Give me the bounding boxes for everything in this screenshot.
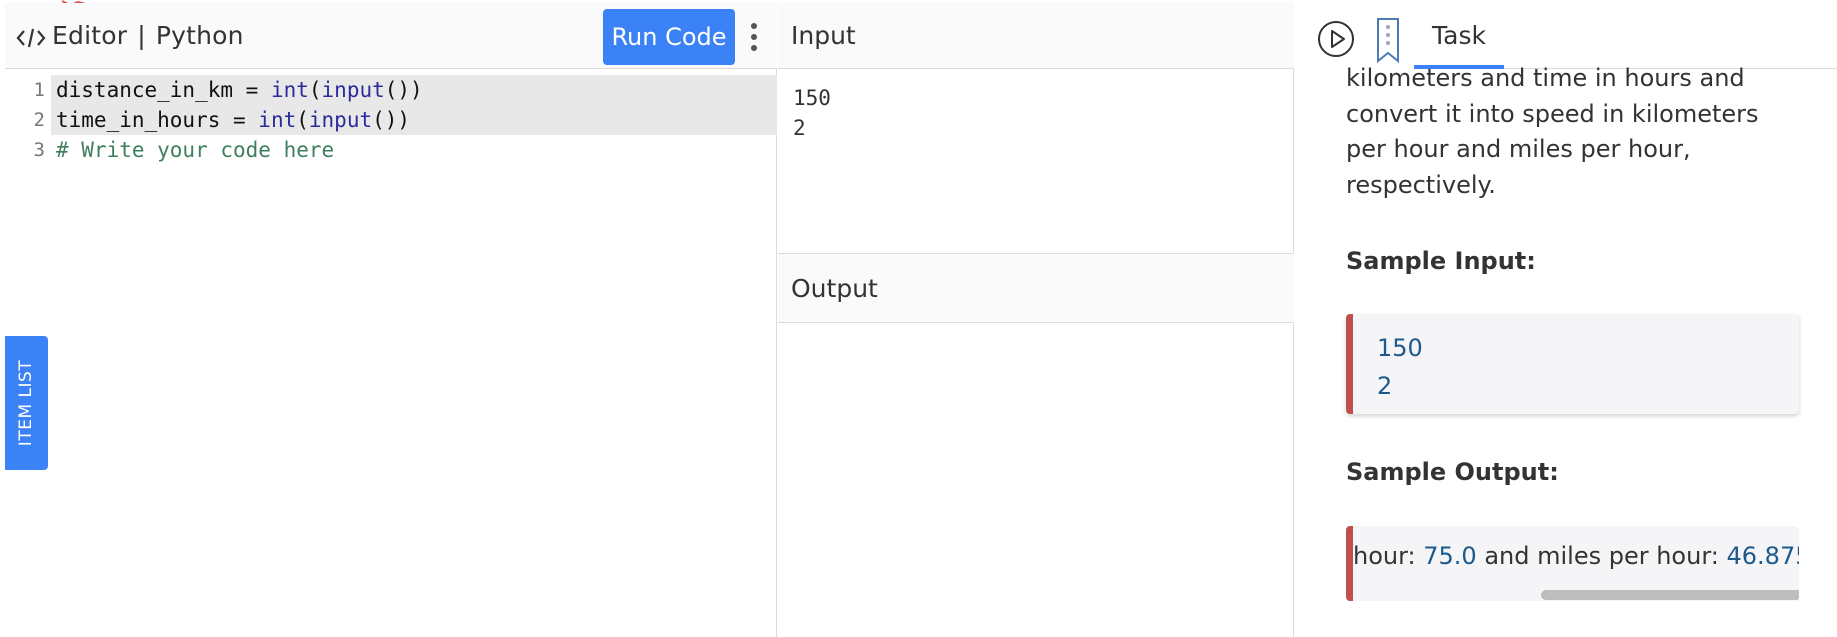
line-number: 2 (33, 109, 45, 131)
code-text[interactable]: # Write your code here (51, 135, 777, 165)
line-number: 1 (33, 79, 45, 101)
sample-output-token: and miles per hour: (1476, 542, 1727, 570)
sample-input-line: 150 (1377, 334, 1423, 362)
sample-input-box: 150 2 (1346, 314, 1799, 414)
input-line: 2 (793, 116, 806, 140)
code-token: ()) (384, 78, 423, 102)
input-field[interactable]: 150 2 (793, 83, 831, 143)
input-header: Input (778, 3, 1294, 69)
task-tabs: Task (1297, 3, 1837, 69)
run-code-button[interactable]: Run Code (603, 9, 735, 65)
code-line[interactable]: 3 # Write your code here (5, 135, 777, 165)
sample-output-number: 46.875 (1726, 542, 1800, 570)
code-keyword: int (270, 78, 309, 102)
item-list-tab[interactable]: ITEM LIST (5, 336, 48, 470)
code-token: ( (308, 78, 322, 102)
code-token: time_in_hours = (56, 108, 259, 132)
code-icon (16, 28, 46, 48)
sample-output-number: 75.0 (1423, 542, 1477, 570)
more-options-icon[interactable] (747, 23, 761, 51)
editor-panel: Editor | Python Run Code 1 distance_in_km =… (5, 3, 777, 637)
editor-title-separator: | (137, 21, 146, 50)
code-comment: # Write your code here (56, 138, 335, 162)
code-keyword: input (321, 78, 385, 102)
line-number: 3 (33, 139, 45, 161)
code-keyword: int (258, 108, 297, 132)
code-line[interactable]: 1 distance_in_km = int(input()) (5, 75, 777, 105)
editor-language: Python (155, 21, 244, 50)
code-keyword: input (308, 108, 373, 132)
sample-input-heading: Sample Input: (1346, 247, 1536, 275)
code-token: ( (296, 108, 309, 132)
item-list-label: ITEM LIST (16, 359, 37, 447)
code-text[interactable]: time_in_hours = int(input()) (51, 105, 777, 135)
sample-input-values: 150 2 (1377, 329, 1423, 405)
tab-task[interactable]: Task (1414, 3, 1504, 69)
task-panel: Task kilometers and time in hours and co… (1297, 3, 1837, 637)
sample-output-text: hour: 75.0 and miles per hour: 46.875 (1353, 542, 1799, 570)
sample-output-heading: Sample Output: (1346, 458, 1559, 486)
io-panel: Input 150 2 Output (778, 3, 1294, 637)
bookmark-icon[interactable] (1375, 17, 1401, 63)
code-token: distance_in_km = (56, 78, 271, 102)
editor-title-label: Editor (52, 21, 128, 50)
sample-output-box: hour: 75.0 and miles per hour: 46.875 (1346, 526, 1799, 601)
sample-output-token: hour: (1353, 542, 1424, 570)
output-header: Output (778, 253, 1294, 323)
sample-input-line: 2 (1377, 372, 1393, 400)
input-line: 150 (793, 86, 831, 110)
code-token: ()) (372, 108, 411, 132)
editor-header: Editor | Python Run Code (5, 3, 777, 69)
code-line[interactable]: 2 time_in_hours = int(input()) (5, 105, 777, 135)
editor-title: Editor | Python (52, 21, 244, 50)
code-editor[interactable]: 1 distance_in_km = int(input()) 2 time_in_h… (5, 75, 777, 165)
task-description: kilometers and time in hours and convert… (1346, 64, 1759, 199)
play-circle-icon[interactable] (1317, 20, 1355, 58)
sample-output-scrollbar[interactable] (1541, 590, 1799, 600)
code-text[interactable]: distance_in_km = int(input()) (51, 75, 777, 105)
